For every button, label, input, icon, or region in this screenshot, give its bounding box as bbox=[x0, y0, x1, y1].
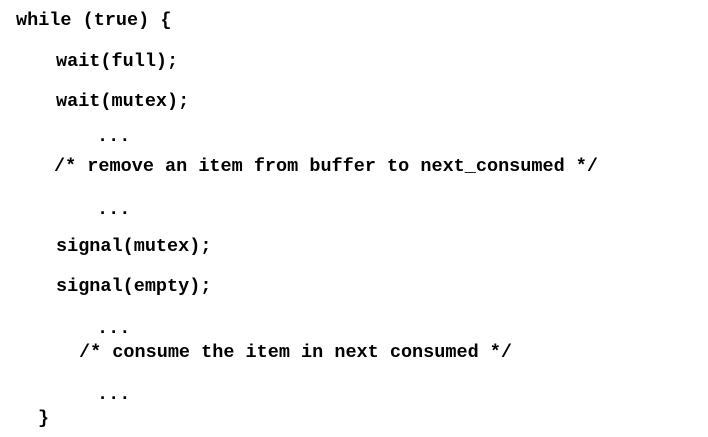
code-line-ellipsis: ... bbox=[97, 126, 131, 147]
code-line-wait-mutex: wait(mutex); bbox=[56, 91, 190, 112]
code-line-signal-empty: signal(empty); bbox=[56, 276, 212, 297]
code-line-ellipsis: ... bbox=[97, 318, 131, 339]
code-line-ellipsis: ... bbox=[97, 384, 131, 405]
code-line-while: while (true) { bbox=[16, 10, 172, 31]
code-line-wait-full: wait(full); bbox=[56, 51, 179, 72]
code-line-ellipsis: ... bbox=[97, 199, 131, 220]
code-line-closing-brace: } bbox=[38, 408, 50, 429]
code-listing: while (true) { wait(full); wait(mutex); … bbox=[0, 0, 708, 437]
code-line-comment-remove: /* remove an item from buffer to next_co… bbox=[54, 156, 598, 177]
code-line-comment-consume: /* consume the item in next consumed */ bbox=[79, 342, 512, 363]
code-line-signal-mutex: signal(mutex); bbox=[56, 236, 212, 257]
